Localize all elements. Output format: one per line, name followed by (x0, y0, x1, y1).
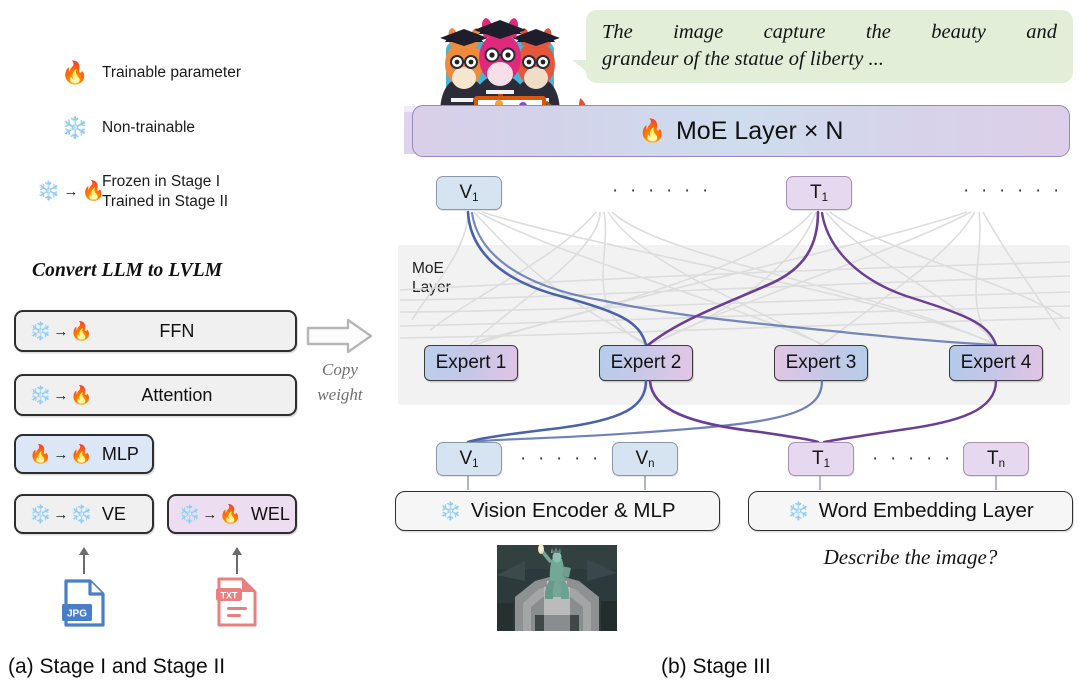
ellipsis-bottom-2: · · · · · · (872, 448, 972, 469)
right-arrow-icon: → (53, 505, 69, 523)
copy-weight-line1: Copy (322, 360, 358, 379)
token-v1-label: V1 (459, 448, 479, 470)
speech-bubble: The image capture the beauty and grandeu… (586, 10, 1073, 84)
fire-icon: 🔥 (70, 444, 93, 464)
speech-bubble-line1: The image capture the beauty and (602, 21, 1057, 43)
legend-item-trainable: 🔥 Trainable parameter (48, 62, 358, 84)
token-vn-label: Vn (635, 448, 655, 470)
box-attention[interactable]: ❄️ → 🔥 Attention (14, 374, 297, 416)
copy-weight-line2: weight (317, 384, 363, 404)
box-mlp[interactable]: 🔥 → 🔥 MLP (14, 434, 154, 474)
jpg-file-icon: JPG (62, 578, 108, 628)
ellipsis-top-1: · · · · · · (612, 180, 712, 201)
snowflake-to-fire-icon: ❄️ → 🔥 (29, 322, 93, 340)
token-v1[interactable]: V1 (436, 442, 502, 476)
speech-bubble-tail (572, 60, 586, 71)
token-t1-top-label: T1 (809, 182, 828, 204)
arrow-txt-to-wel (232, 547, 242, 574)
fire-icon: 🔥 (219, 504, 242, 524)
right-arrow-icon: → (202, 505, 218, 523)
snowflake-icon: ❄️ (70, 504, 93, 524)
box-label-ve: VE (101, 503, 126, 524)
right-arrow-icon: → (63, 183, 79, 201)
legend-label-line2: Trained in Stage II (102, 192, 229, 210)
moe-panel-label-line1: MoE (412, 260, 444, 277)
right-arrow-icon: → (53, 445, 69, 463)
fire-icon: 🔥 (70, 321, 93, 341)
snowflake-icon: ❄️ (439, 501, 462, 521)
token-tn[interactable]: Tn (963, 442, 1029, 476)
token-t1-label: T1 (811, 448, 830, 470)
token-v1-top[interactable]: V1 (436, 176, 502, 210)
expert-3-label: Expert 3 (785, 352, 857, 373)
snowflake-icon: ❄️ (36, 181, 61, 203)
snowflake-icon: ❄️ (178, 504, 201, 524)
expert-4-label: Expert 4 (960, 352, 1032, 373)
copy-weight-label: Copy weight (304, 358, 376, 407)
snowflake-icon: ❄️ (29, 385, 52, 405)
moe-layer-bar[interactable]: 🔥 MoE Layer × N (412, 105, 1070, 157)
snowflake-icon: ❄️ (61, 115, 89, 140)
fire-icon: 🔥 (29, 444, 52, 464)
snowflake-icon: ❄️ (787, 501, 810, 521)
expert-4[interactable]: Expert 4 (949, 345, 1043, 381)
right-arrow-icon: → (53, 322, 69, 340)
txt-file-label: TXT (221, 591, 239, 601)
input-image-statue-of-liberty (497, 544, 617, 631)
snowflake-icon: ❄️ (29, 321, 52, 341)
legend-item-nontrainable: ❄️ Non-trainable (48, 117, 358, 139)
fire-icon: 🔥 (638, 118, 666, 143)
token-t1-top[interactable]: T1 (786, 176, 852, 210)
legend-label-nontrainable: Non-trainable (102, 119, 196, 137)
moe-layer-bar-label: MoE Layer × N (675, 116, 844, 145)
word-embedding-box[interactable]: ❄️ Word Embedding Layer (748, 491, 1073, 531)
box-label-wel: WEL (250, 503, 290, 524)
snowflake-to-fire-icon: ❄️ → 🔥 (36, 181, 105, 203)
snowflake-to-snowflake-icon: ❄️ → ❄️ (29, 505, 93, 523)
vision-encoder-label: Vision Encoder & MLP (470, 499, 676, 522)
box-label-attention: Attention (141, 384, 213, 405)
snowflake-icon: ❄️ (29, 504, 52, 524)
word-embedding-label: Word Embedding Layer (818, 499, 1034, 522)
fire-icon: 🔥 (70, 385, 93, 405)
vision-encoder-box[interactable]: ❄️ Vision Encoder & MLP (395, 491, 720, 531)
ellipsis-top-2: · · · · · · (963, 180, 1063, 201)
fire-to-fire-icon: 🔥 → 🔥 (29, 445, 93, 463)
speech-bubble-line2: grandeur of the statue of liberty ... (602, 48, 884, 71)
copy-weight-arrow-icon (306, 318, 374, 354)
legend-label-line1: Frozen in Stage I (102, 173, 221, 190)
arrow-jpg-to-ve (79, 547, 89, 574)
prompt-text: Describe the image? (823, 545, 998, 569)
moe-layer-panel-label: MoE Layer (412, 260, 451, 298)
legend-label-trainable: Trainable parameter (102, 64, 241, 82)
box-wel[interactable]: ❄️ → 🔥 WEL (167, 494, 297, 534)
box-label-mlp: MLP (101, 443, 139, 464)
caption-left: (a) Stage I and Stage II (8, 655, 226, 678)
token-v1-top-label: V1 (459, 182, 479, 204)
right-arrow-icon: → (53, 386, 69, 404)
fire-icon: 🔥 (61, 60, 89, 85)
expert-3[interactable]: Expert 3 (774, 345, 868, 381)
box-ffn[interactable]: ❄️ → 🔥 FFN (14, 310, 297, 352)
token-t1[interactable]: T1 (788, 442, 854, 476)
token-tn-label: Tn (986, 448, 1005, 470)
expert-2[interactable]: Expert 2 (599, 345, 693, 381)
expert-1-label: Expert 1 (435, 352, 507, 373)
expert-1[interactable]: Expert 1 (424, 345, 518, 381)
token-vn[interactable]: Vn (612, 442, 678, 476)
moe-panel-label-line2: Layer (412, 278, 451, 296)
left-section-title: Convert LLM to LVLM (32, 260, 223, 281)
legend-label-frozen-trained: Frozen in Stage I Trained in Stage II (102, 172, 228, 212)
jpg-file-label: JPG (67, 609, 87, 620)
txt-file-icon: TXT (214, 576, 260, 628)
caption-right: (b) Stage III (661, 655, 771, 678)
snowflake-to-fire-icon: ❄️ → 🔥 (29, 386, 93, 404)
moe-layer-panel (398, 245, 1070, 405)
ellipsis-bottom-1: · · · · · · (520, 448, 620, 469)
box-ve[interactable]: ❄️ → ❄️ VE (14, 494, 154, 534)
box-label-ffn: FFN (159, 320, 195, 341)
snowflake-to-fire-icon: ❄️ → 🔥 (178, 505, 242, 523)
legend-item-frozen-then-trained: ❄️ → 🔥 Frozen in Stage I Trained in Stag… (36, 172, 360, 212)
expert-2-label: Expert 2 (610, 352, 682, 373)
